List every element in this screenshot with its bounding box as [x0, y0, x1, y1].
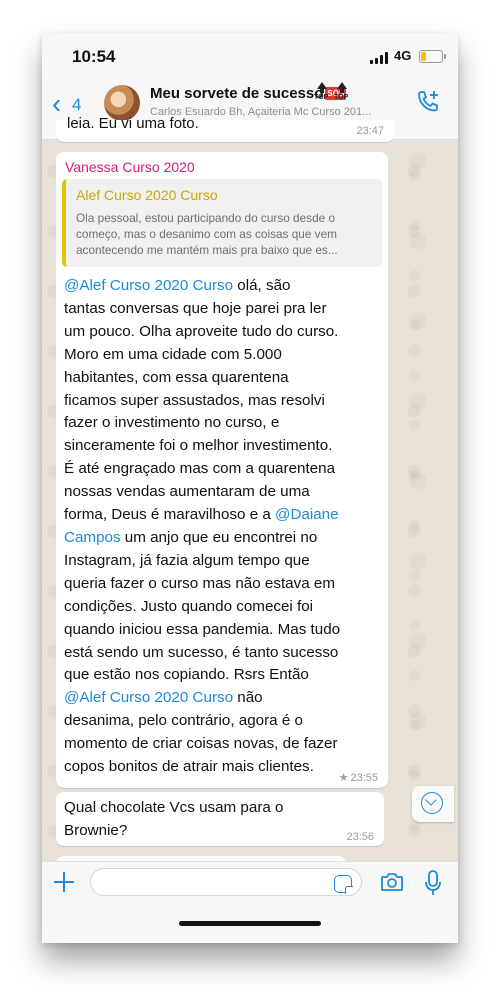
quoted-line: começo, mas o desanimo com as coisas que…: [76, 227, 337, 241]
message-line: tantas conversas que hoje parei pra ler: [64, 299, 327, 317]
message-line: É até engraçado mas com a quarentena: [64, 460, 336, 478]
message-line: desanima, pelo contrário, agora é o: [64, 712, 303, 730]
sticker-icon[interactable]: [334, 875, 353, 894]
network-type: 4G: [394, 48, 412, 63]
message-line: está sendo um sucesso, é tanto sucesso: [64, 643, 339, 661]
message-line: habitantes, com essa quarentena: [64, 368, 289, 386]
star-icon: ★: [338, 772, 349, 784]
message-line: que estão nos copiando. Rsrs Então: [64, 666, 309, 684]
message-line: Campos um anjo que eu encontrei no: [64, 527, 386, 550]
quoted-text: Ola pessoal, estou participando do curso…: [76, 210, 376, 258]
message-text: Qual chocolate Vcs usam para o Brownie?: [64, 799, 284, 839]
message-line: quando iniciou essa pandemia. Mas tudo: [64, 620, 341, 638]
quoted-author: Alef Curso 2020 Curso: [76, 187, 218, 203]
message-line: @Alef Curso 2020 Curso olá, são: [64, 275, 386, 298]
message-line: fazer o investimento no curso, e: [64, 414, 280, 432]
message-sender[interactable]: Vanessa Curso 2020: [65, 159, 195, 175]
message-line: Instagram, já fazia algum tempo que: [64, 551, 310, 569]
message-time: 23:47: [356, 125, 384, 137]
quoted-message[interactable]: Alef Curso 2020 Curso Ola pessoal, estou…: [62, 179, 382, 267]
scroll-down-button[interactable]: [412, 786, 454, 822]
camera-icon[interactable]: [380, 872, 404, 892]
message-line: Moro em uma cidade com 5.000: [64, 345, 282, 363]
message-line: momento de criar coisas novas, de fazer: [64, 735, 338, 753]
composer-bar: [42, 861, 458, 943]
mention-link[interactable]: Campos: [64, 529, 121, 546]
mention-link[interactable]: @Daiane: [275, 506, 339, 523]
quoted-line: acontecendo me mantém mais pra baixo que…: [76, 243, 338, 257]
back-unread-count[interactable]: 4: [72, 95, 81, 115]
message-input[interactable]: [90, 868, 362, 896]
message-time: 23:55: [350, 772, 378, 784]
call-add-icon[interactable]: [415, 89, 441, 115]
message-line: nossas vendas aumentaram de uma: [64, 483, 310, 501]
line-text: olá, são: [233, 277, 291, 294]
line-text: não: [233, 689, 263, 707]
message-line: condições. Justo quando comecei foi: [64, 597, 314, 615]
microphone-icon[interactable]: [424, 870, 442, 896]
top-arrow-icon: TOP: [334, 82, 350, 106]
status-time: 10:54: [72, 47, 116, 66]
battery-icon: [419, 50, 446, 63]
message-line: sinceramente foi o melhor investimento.: [64, 437, 333, 455]
top-badge-text: TOP: [334, 94, 349, 101]
top-arrow-icon: TOP: [314, 82, 330, 106]
mention-link[interactable]: @Alef Curso 2020 Curso: [64, 277, 233, 294]
message-line: queria fazer o curso mas não estava em: [64, 574, 335, 592]
message-meta: ★ 23:55: [339, 771, 378, 784]
phone-screen: 10:54 4G ‹ 4 Meu sorvete de sucesso SOS T…: [42, 33, 458, 943]
signal-icon: [370, 52, 390, 64]
message-line: ficamos super assustados, mas resolvi: [64, 391, 325, 409]
home-indicator[interactable]: [179, 921, 321, 926]
message-text: leia. Eu vi uma foto.: [67, 115, 199, 132]
line-text: um anjo que eu encontrei no: [120, 528, 318, 546]
message-bubble[interactable]: Qual chocolate Vcs usam para o Brownie? …: [56, 792, 384, 846]
message-body: @Alef Curso 2020 Curso olá, são tantas c…: [64, 275, 386, 779]
quoted-line: Ola pessoal, estou participando do curso…: [76, 211, 336, 225]
top-badge-text: TOP: [314, 94, 329, 101]
line-text: forma, Deus é maravilhoso e a: [64, 506, 276, 524]
message-time: 23:56: [346, 831, 374, 843]
mention-link[interactable]: @Alef Curso 2020 Curso: [64, 689, 233, 706]
status-bar: 10:54 4G: [42, 33, 458, 79]
chevron-left-icon[interactable]: ‹: [52, 90, 61, 118]
plus-icon[interactable]: [52, 870, 76, 894]
message-bubble[interactable]: Vanessa Curso 2020 Alef Curso 2020 Curso…: [56, 152, 388, 788]
message-line: um pouco. Olha aproveite tudo do curso.: [64, 322, 339, 340]
message-line: @Alef Curso 2020 Curso não: [64, 687, 386, 710]
message-line: forma, Deus é maravilhoso e a @Daiane: [64, 504, 386, 527]
chat-title-text: Meu sorvete de sucesso: [150, 85, 324, 102]
message-bubble[interactable]: leia. Eu vi uma foto. 23:47: [56, 115, 394, 142]
